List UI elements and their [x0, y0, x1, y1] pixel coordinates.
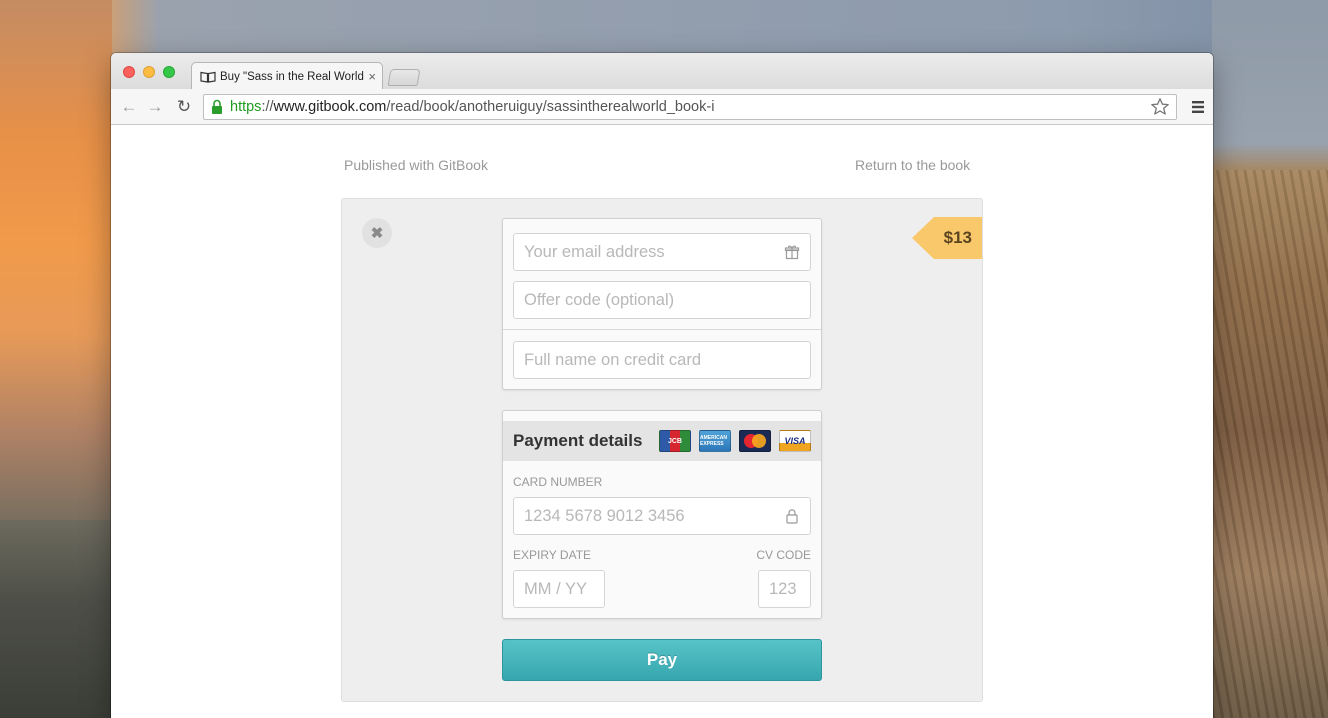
visa-card-icon: VISA — [779, 430, 811, 452]
desktop-wallpaper-cliff-right — [1212, 0, 1328, 718]
reload-icon[interactable]: ↻ — [174, 97, 194, 117]
cv-code-field[interactable] — [759, 571, 810, 607]
tab-title: Buy "Sass in the Real World — [220, 70, 364, 83]
offer-code-field-wrapper — [513, 281, 811, 319]
price-tag: $13 — [912, 217, 982, 259]
card-divider — [503, 329, 821, 330]
tab-close-icon[interactable]: × — [368, 69, 376, 84]
url-scheme: https — [230, 99, 262, 115]
return-to-book-link[interactable]: Return to the book — [855, 157, 970, 173]
window-minimize-button[interactable] — [143, 66, 155, 78]
pay-button[interactable]: Pay — [502, 639, 822, 681]
browser-toolbar: ← → ↻ https://www.gitbook.com/read/book/… — [111, 89, 1213, 125]
browser-tab[interactable]: Buy "Sass in the Real World × — [191, 62, 383, 90]
address-bar[interactable]: https://www.gitbook.com/read/book/anothe… — [203, 94, 1177, 120]
mastercard-card-icon — [739, 430, 771, 452]
accepted-cards: JCB AMERICAN EXPRESS VISA — [659, 430, 821, 452]
offer-code-field[interactable] — [514, 282, 810, 318]
amex-card-icon: AMERICAN EXPRESS — [699, 430, 731, 452]
new-tab-button[interactable] — [387, 69, 421, 86]
desktop-wallpaper-left — [0, 0, 112, 540]
cv-field-wrapper — [758, 570, 811, 608]
book-icon — [200, 71, 216, 83]
published-with-gitbook-link[interactable]: Published with GitBook — [344, 157, 488, 173]
close-icon[interactable]: ✖ — [362, 218, 392, 248]
payment-details-card: Payment details JCB AMERICAN EXPRESS VIS… — [502, 410, 822, 619]
secure-lock-icon — [212, 99, 222, 114]
browser-menu-icon[interactable] — [1191, 100, 1205, 114]
email-field[interactable] — [514, 234, 810, 270]
checkout-panel: ✖ $13 Your email address Offer code (opt… — [341, 198, 983, 702]
back-arrow-icon[interactable]: ← — [119, 97, 139, 117]
payment-details-header: Payment details JCB AMERICAN EXPRESS VIS… — [503, 421, 821, 461]
url-path: /read/book/anotheruiguy/sassintherealwor… — [386, 99, 715, 115]
customer-info-card — [502, 218, 822, 390]
window-maximize-button[interactable] — [163, 66, 175, 78]
browser-window: Buy "Sass in the Real World × ← → ↻ http… — [111, 53, 1213, 718]
card-number-field-wrapper — [513, 497, 811, 535]
cv-code-label: CV CODE — [756, 548, 811, 562]
url-separator: :// — [261, 99, 274, 115]
expiry-date-field[interactable] — [514, 571, 604, 607]
cardholder-name-field-wrapper — [513, 341, 811, 379]
page-content: Published with GitBook Return to the boo… — [111, 125, 1213, 718]
email-field-wrapper — [513, 233, 811, 271]
jcb-card-icon: JCB — [659, 430, 691, 452]
cardholder-name-field[interactable] — [514, 342, 810, 378]
card-number-label: CARD NUMBER — [513, 475, 603, 489]
mastercard-circles — [744, 434, 766, 448]
bookmark-star-icon[interactable] — [1150, 97, 1170, 117]
lock-icon — [786, 509, 798, 524]
window-close-button[interactable] — [123, 66, 135, 78]
forward-arrow-icon[interactable]: → — [145, 97, 165, 117]
expiry-date-label: EXPIRY DATE — [513, 548, 592, 562]
card-number-field[interactable] — [514, 498, 810, 534]
desktop-wallpaper-cliff-left — [0, 520, 112, 718]
browser-titlebar: Buy "Sass in the Real World × — [111, 53, 1213, 90]
expiry-field-wrapper — [513, 570, 605, 608]
url-domain: www.gitbook.com — [273, 99, 387, 115]
gift-icon — [784, 245, 800, 260]
payment-details-title: Payment details — [513, 431, 643, 450]
